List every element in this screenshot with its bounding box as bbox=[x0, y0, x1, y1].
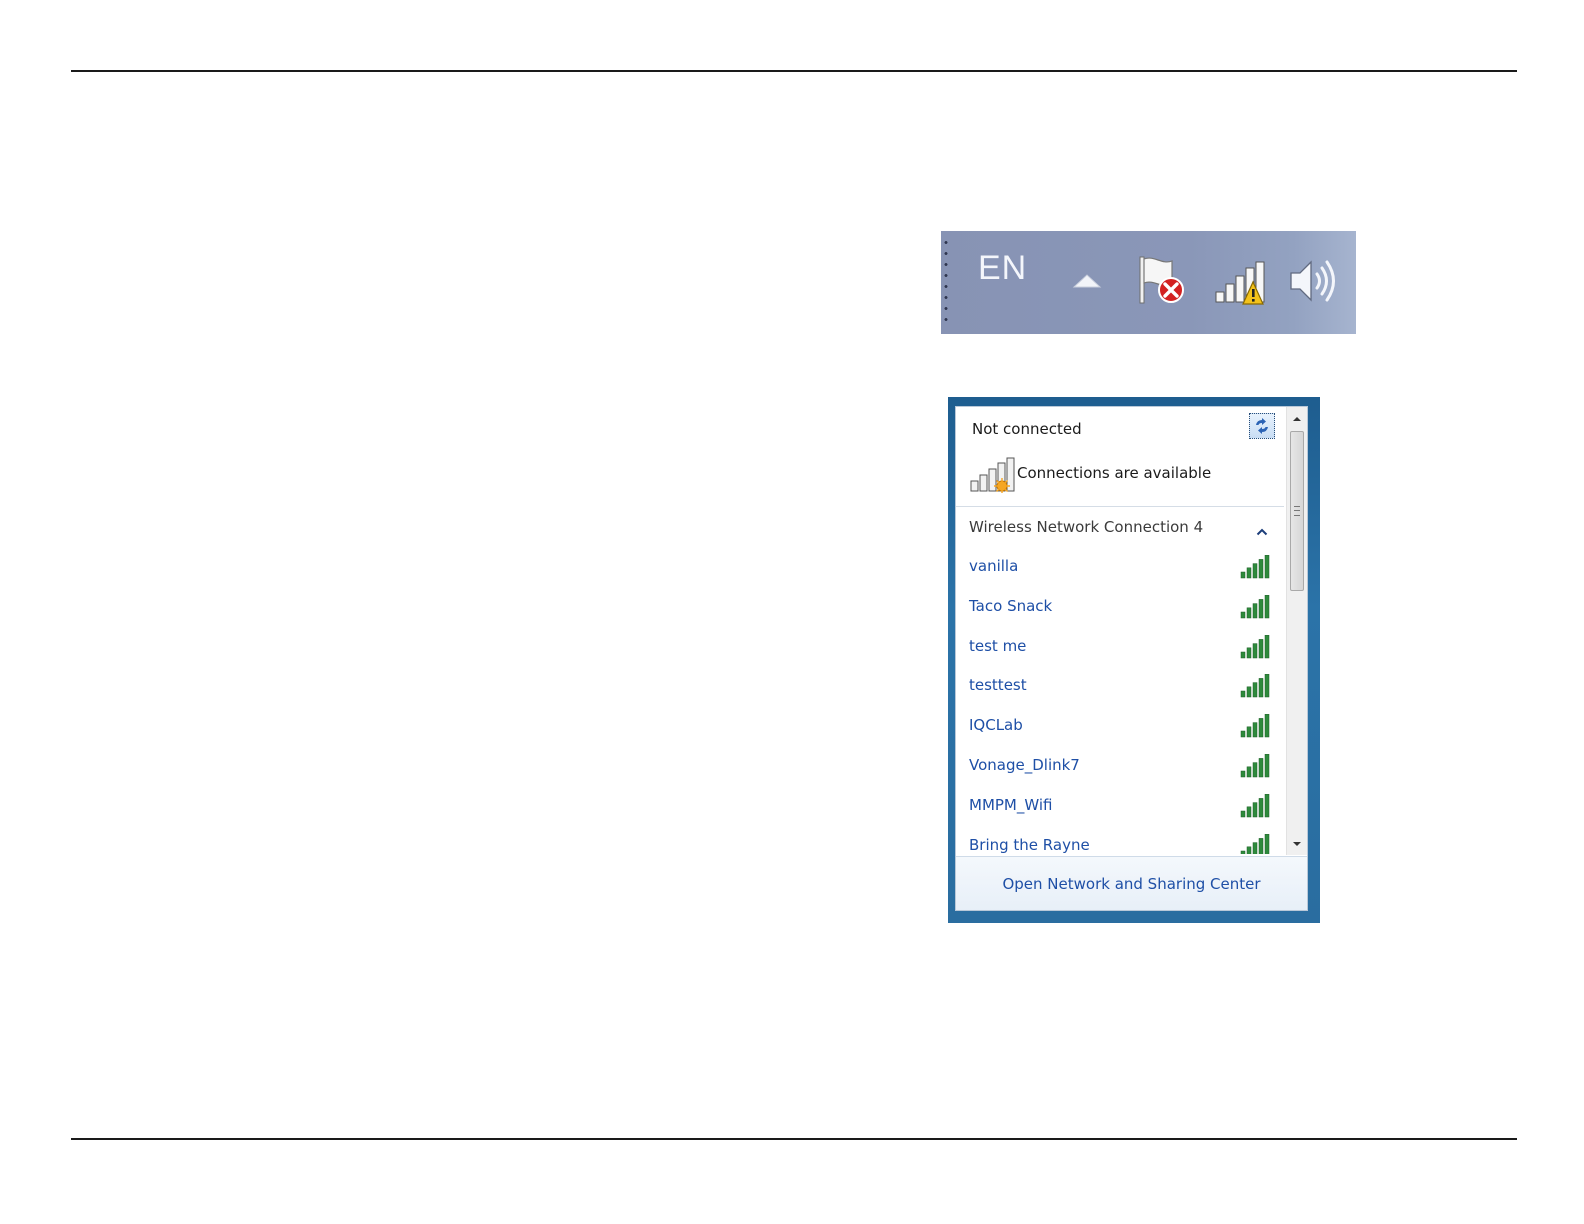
refresh-button[interactable] bbox=[1249, 413, 1275, 439]
network-row[interactable]: testtest bbox=[956, 666, 1284, 706]
scroll-down-icon[interactable] bbox=[1287, 834, 1307, 854]
network-row[interactable]: test me bbox=[956, 627, 1284, 667]
taskbar-tray: EN bbox=[941, 231, 1356, 334]
action-center-flag-error-icon[interactable] bbox=[1138, 255, 1190, 311]
open-network-sharing-center-link[interactable]: Open Network and Sharing Center bbox=[956, 875, 1307, 893]
network-row[interactable]: MMPM_Wifi bbox=[956, 786, 1284, 826]
network-list: vanilla Taco Snack test me testtest IQCLab Vo… bbox=[956, 547, 1284, 854]
network-row[interactable]: vanilla bbox=[956, 547, 1284, 587]
language-indicator[interactable]: EN bbox=[978, 249, 1027, 288]
signal-strength-icon bbox=[1240, 634, 1270, 663]
network-row[interactable]: IQCLab bbox=[956, 706, 1284, 746]
chevron-up-icon[interactable] bbox=[1256, 521, 1268, 540]
adapter-section-title[interactable]: Wireless Network Connection 4 bbox=[969, 518, 1203, 536]
network-row[interactable]: Taco Snack bbox=[956, 587, 1284, 627]
network-name: Bring the Rayne bbox=[969, 835, 1090, 854]
show-hidden-icons-arrow-icon[interactable] bbox=[1072, 273, 1102, 293]
signal-strength-icon bbox=[1240, 674, 1270, 702]
signal-strength-icon bbox=[1240, 753, 1270, 782]
scrollbar[interactable] bbox=[1286, 407, 1307, 855]
divider bbox=[956, 506, 1284, 507]
network-warning-icon[interactable] bbox=[1213, 260, 1267, 310]
availability-text: Connections are available bbox=[1017, 464, 1212, 482]
header-rule bbox=[71, 70, 1517, 72]
network-row[interactable]: Bring the Rayne bbox=[956, 826, 1284, 854]
scroll-thumb[interactable] bbox=[1290, 431, 1304, 591]
network-name: IQCLab bbox=[969, 716, 1023, 735]
taskbar-grip[interactable] bbox=[943, 237, 949, 329]
network-row[interactable]: Vonage_Dlink7 bbox=[956, 746, 1284, 786]
signal-strength-icon bbox=[1240, 833, 1270, 854]
network-name: testtest bbox=[969, 676, 1027, 695]
network-name: MMPM_Wifi bbox=[969, 795, 1053, 814]
network-name: Vonage_Dlink7 bbox=[969, 755, 1080, 774]
network-available-icon bbox=[969, 457, 1015, 497]
volume-icon[interactable] bbox=[1287, 256, 1339, 310]
signal-strength-icon bbox=[1240, 793, 1270, 822]
network-name: Taco Snack bbox=[969, 596, 1053, 615]
flyout-footer: Open Network and Sharing Center bbox=[956, 856, 1307, 910]
network-name: test me bbox=[969, 636, 1027, 655]
signal-strength-icon bbox=[1240, 594, 1270, 623]
scroll-grip bbox=[1294, 506, 1300, 516]
network-flyout: Not connected Connections are available … bbox=[948, 397, 1320, 923]
signal-strength-icon bbox=[1240, 554, 1270, 583]
footer-rule bbox=[71, 1138, 1517, 1140]
network-name: vanilla bbox=[969, 557, 1019, 575]
signal-strength-icon bbox=[1240, 714, 1270, 742]
refresh-icon bbox=[1256, 418, 1268, 434]
flyout-panel: Not connected Connections are available … bbox=[955, 406, 1308, 911]
connection-status: Not connected bbox=[972, 420, 1082, 438]
scroll-up-icon[interactable] bbox=[1287, 409, 1307, 429]
